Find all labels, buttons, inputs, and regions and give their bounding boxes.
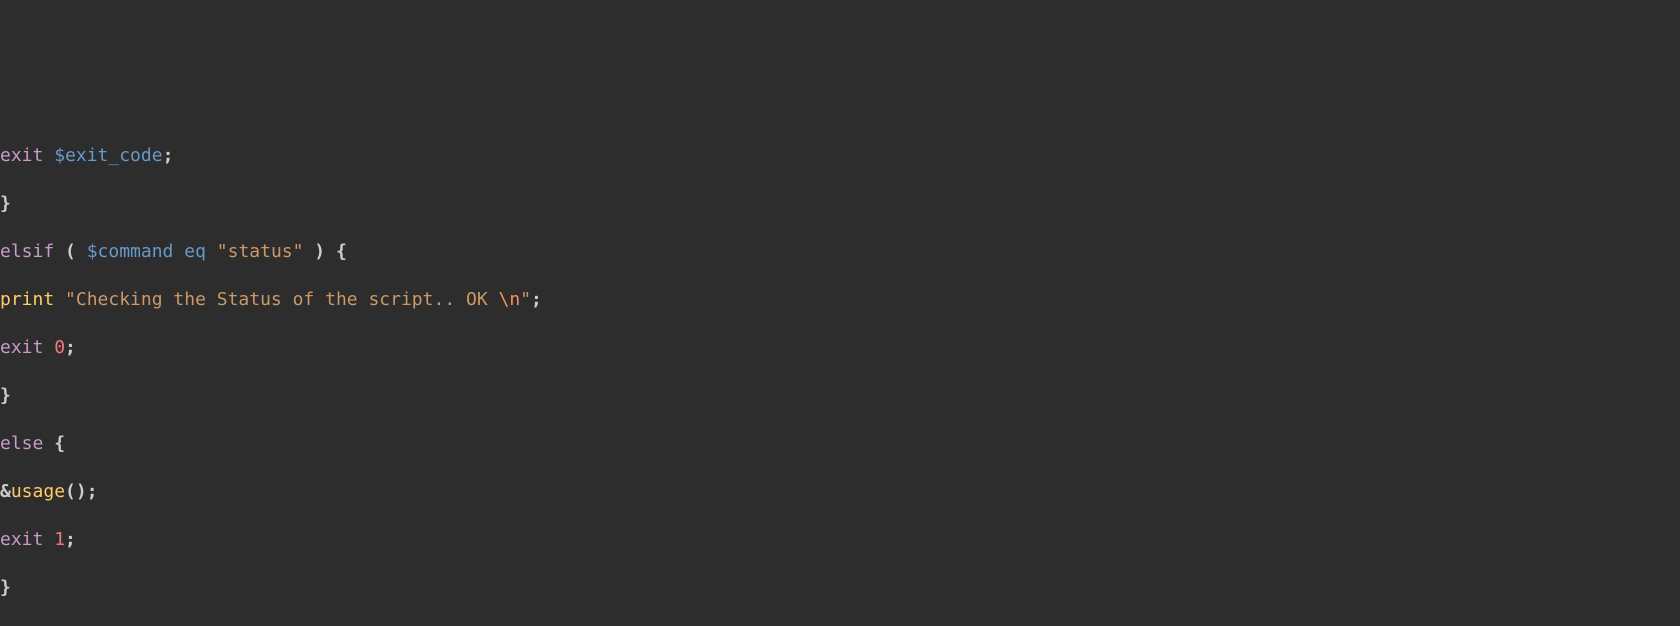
keyword-exit: exit [0, 529, 43, 550]
brace-open: { [43, 433, 65, 454]
parens: () [65, 481, 87, 502]
brace-close: } [0, 625, 11, 626]
code-line: } [0, 192, 1680, 216]
code-line: elsif ( $command eq "status" ) { [0, 240, 1680, 264]
variable: $exit_code [54, 145, 162, 166]
code-line: &usage(); [0, 480, 1680, 504]
string: "status" [217, 241, 304, 262]
number: 0 [43, 337, 65, 358]
code-line: print "Checking the Status of the script… [0, 288, 1680, 312]
code-line: } [0, 624, 1680, 626]
number: 1 [43, 529, 65, 550]
variable: $command [87, 241, 174, 262]
escape-newline: \n [499, 289, 521, 310]
ampersand: & [0, 481, 11, 502]
keyword-exit: exit [0, 337, 43, 358]
semicolon: ; [65, 529, 76, 550]
keyword-print: print [0, 289, 54, 310]
call-usage: usage [11, 481, 65, 502]
code-line: } [0, 576, 1680, 600]
brace-close: } [0, 385, 11, 406]
brace-close: } [0, 577, 11, 598]
code-line: exit 1; [0, 528, 1680, 552]
keyword-exit: exit [0, 145, 43, 166]
brace-close: } [0, 193, 11, 214]
semicolon: ; [531, 289, 542, 310]
code-line: else { [0, 432, 1680, 456]
brace-open: { [336, 241, 347, 262]
string: "Checking the Status of the script.. OK [54, 289, 498, 310]
semicolon: ; [65, 337, 76, 358]
semicolon: ; [163, 145, 174, 166]
code-line: } [0, 384, 1680, 408]
semicolon: ; [87, 481, 98, 502]
code-editor[interactable]: exit $exit_code; } elsif ( $command eq "… [0, 120, 1680, 626]
code-line: exit 0; [0, 336, 1680, 360]
keyword-elsif: elsif [0, 241, 54, 262]
keyword-else: else [0, 433, 43, 454]
code-line: exit $exit_code; [0, 144, 1680, 168]
